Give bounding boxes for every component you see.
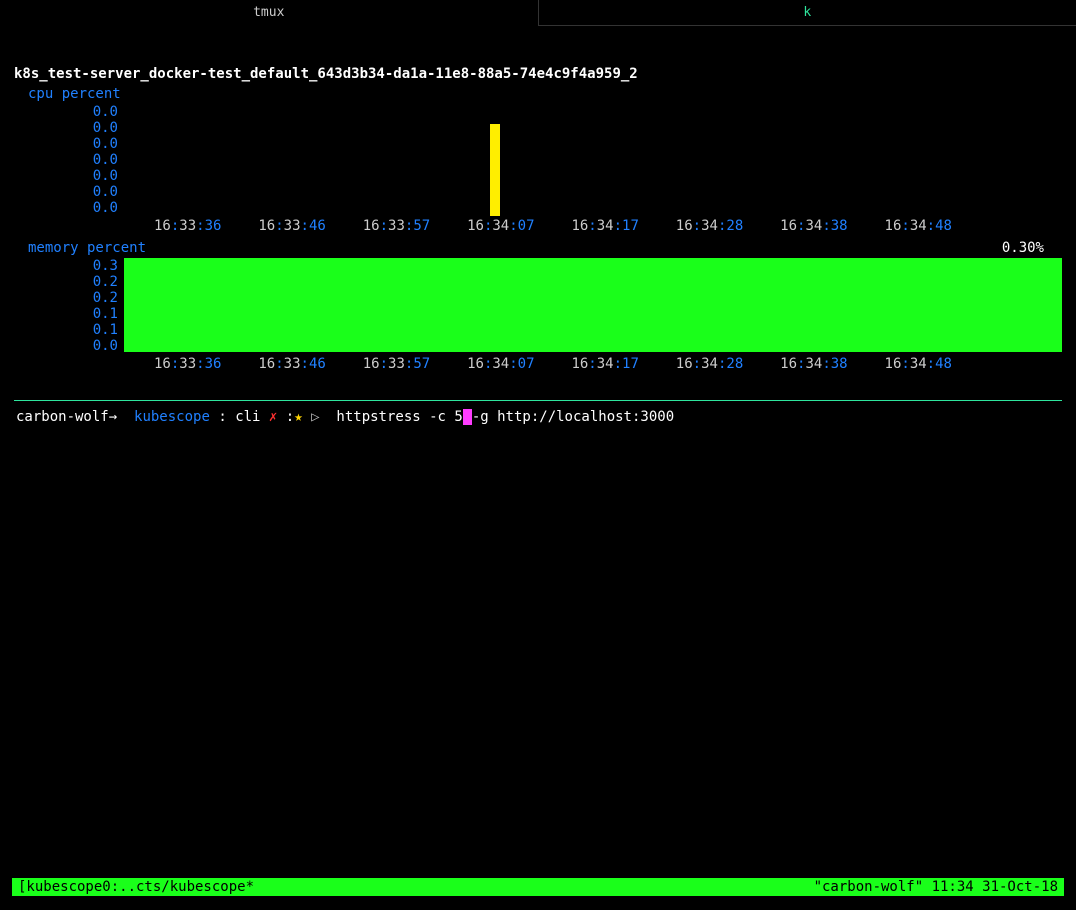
shell-prompt[interactable]: carbon-wolf→ kubescope : cli ✗ :★ ▷ http… (14, 409, 1062, 425)
prompt-host: carbon-wolf (16, 409, 109, 425)
y-tick: 0.3 (14, 258, 118, 274)
cpu-chart: cpu percent 0.00.00.00.00.00.00.0 16:33:… (14, 86, 1062, 234)
status-left: [kubescope0:..cts/kubescope* (18, 879, 254, 895)
prompt-colon2: : (286, 409, 294, 425)
x-tick: 16:33:57 (363, 356, 430, 372)
command-input-pre[interactable]: httpstress -c 5 (336, 409, 462, 425)
x-tick: 16:34:38 (780, 218, 847, 234)
y-tick: 0.0 (14, 152, 118, 168)
tab-tmux[interactable]: tmux (0, 0, 538, 26)
prompt-colon: : (218, 409, 226, 425)
x-tick: 16:33:36 (154, 356, 221, 372)
y-tick: 0.1 (14, 306, 118, 322)
x-tick: 16:33:57 (363, 218, 430, 234)
y-tick: 0.0 (14, 200, 118, 216)
memory-x-labels: 16:33:36 16:33:46 16:33:57 16:34:07 16:34:17… (14, 356, 1062, 372)
x-tick: 16:33:36 (154, 218, 221, 234)
memory-y-labels: 0.30.20.20.10.10.0 (14, 258, 124, 354)
cpu-x-labels: 16:33:36 16:33:46 16:33:57 16:34:07 16:34:17… (14, 218, 1062, 234)
tmux-status-bar: [kubescope0:..cts/kubescope* "carbon-wol… (12, 878, 1064, 896)
prompt-path: kubescope (134, 409, 210, 425)
y-tick: 0.0 (14, 184, 118, 200)
x-tick: 16:34:38 (780, 356, 847, 372)
chart-bar (490, 124, 500, 216)
y-tick: 0.1 (14, 322, 118, 338)
y-tick: 0.2 (14, 290, 118, 306)
x-tick: 16:34:07 (467, 356, 534, 372)
memory-chart: memory percent 0.30% 0.30.20.20.10.10.0 … (14, 240, 1062, 372)
prompt-arrow-icon: ▷ (311, 409, 319, 425)
star-icon: ★ (294, 409, 302, 425)
memory-value-label: 0.30% (1002, 240, 1044, 256)
x-tick: 16:34:48 (885, 218, 952, 234)
cursor (463, 409, 472, 425)
memory-chart-title: memory percent (14, 240, 1062, 256)
x-tick: 16:33:46 (258, 356, 325, 372)
prompt-branch: cli (235, 409, 260, 425)
y-tick: 0.0 (14, 104, 118, 120)
window-tabs: tmux k (0, 0, 1076, 26)
x-tick: 16:34:28 (676, 218, 743, 234)
cpu-chart-title: cpu percent (14, 86, 1062, 102)
container-name: k8s_test-server_docker-test_default_643d… (14, 66, 1062, 82)
y-tick: 0.0 (14, 168, 118, 184)
tab-k[interactable]: k (538, 0, 1076, 26)
x-tick: 16:34:07 (467, 218, 534, 234)
top-pane: k8s_test-server_docker-test_default_643d… (0, 26, 1076, 425)
prompt-arrow: → (109, 409, 117, 425)
y-tick: 0.2 (14, 274, 118, 290)
chart-bar (124, 258, 1062, 352)
status-right: "carbon-wolf" 11:34 31-Oct-18 (814, 879, 1058, 895)
cpu-y-labels: 0.00.00.00.00.00.00.0 (14, 104, 124, 216)
command-input-post[interactable]: -g http://localhost:3000 (472, 409, 674, 425)
x-tick: 16:34:48 (885, 356, 952, 372)
cpu-plot-area (124, 104, 1062, 216)
x-tick: 16:34:28 (676, 356, 743, 372)
x-tick: 16:34:17 (571, 218, 638, 234)
y-tick: 0.0 (14, 120, 118, 136)
x-tick: 16:34:17 (571, 356, 638, 372)
memory-plot-area (124, 258, 1062, 352)
y-tick: 0.0 (14, 136, 118, 152)
x-tick: 16:33:46 (258, 218, 325, 234)
pane-divider (14, 400, 1062, 401)
y-tick: 0.0 (14, 338, 118, 354)
